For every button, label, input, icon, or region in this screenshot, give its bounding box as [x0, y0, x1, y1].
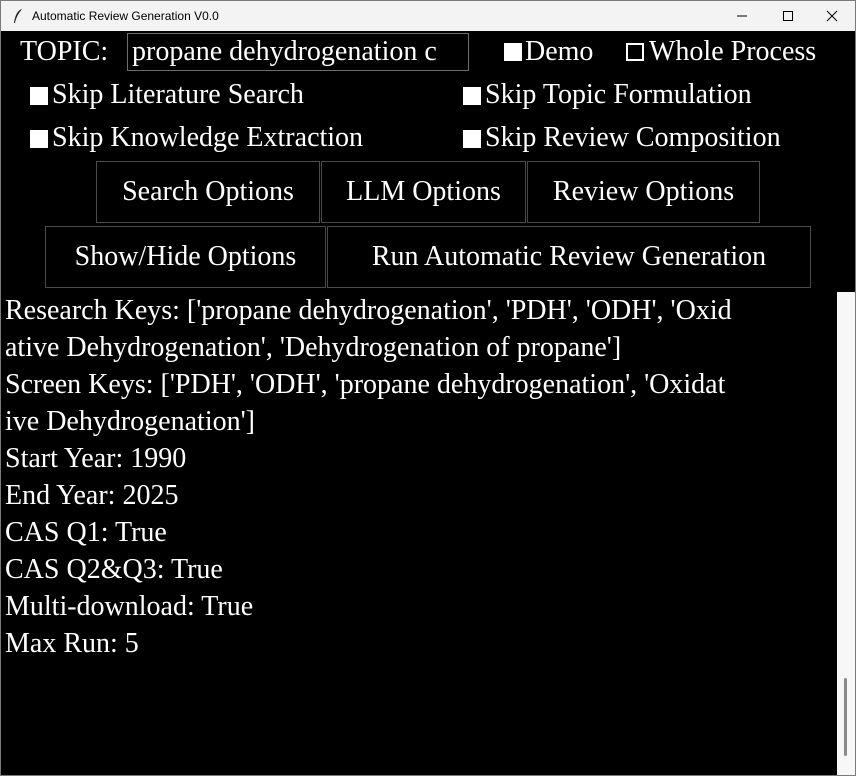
- app-window: Automatic Review Generation V0.0 TOPIC: …: [0, 0, 856, 776]
- maximize-icon: [783, 11, 793, 21]
- close-button[interactable]: [809, 1, 855, 31]
- log-line: Multi-download: True: [5, 591, 254, 622]
- close-icon: [826, 10, 838, 22]
- review-options-button[interactable]: Review Options: [527, 161, 760, 223]
- title-bar[interactable]: Automatic Review Generation V0.0: [1, 1, 855, 31]
- log-line: Research Keys: ['propane dehydrogenation…: [5, 295, 732, 326]
- log-line: ative Dehydrogenation', 'Dehydrogenation…: [5, 332, 622, 363]
- minimize-button[interactable]: [719, 1, 765, 31]
- skip-literature-search-label[interactable]: Skip Literature Search: [52, 79, 304, 111]
- minimize-icon: [737, 15, 747, 17]
- log-scrollbar[interactable]: [837, 292, 855, 775]
- log-line: Start Year: 1990: [5, 443, 187, 474]
- log-line: CAS Q1: True: [5, 517, 167, 548]
- log-line: End Year: 2025: [5, 480, 179, 511]
- demo-label[interactable]: Demo: [525, 36, 593, 68]
- log-line: Max Run: 5: [5, 628, 139, 659]
- skip-knowledge-extraction-label[interactable]: Skip Knowledge Extraction: [52, 122, 363, 154]
- run-review-generation-button[interactable]: Run Automatic Review Generation: [327, 226, 811, 288]
- demo-checkbox[interactable]: [504, 43, 522, 61]
- log-output[interactable]: Research Keys: ['propane dehydrogenation…: [1, 292, 837, 775]
- skip-review-composition-checkbox[interactable]: [463, 130, 481, 148]
- log-line: ive Dehydrogenation']: [5, 406, 255, 437]
- skip-topic-formulation-checkbox[interactable]: [463, 87, 481, 105]
- whole-process-checkbox[interactable]: [626, 43, 644, 61]
- window-title: Automatic Review Generation V0.0: [32, 9, 219, 23]
- skip-knowledge-extraction-checkbox[interactable]: [30, 130, 48, 148]
- skip-literature-search-checkbox[interactable]: [30, 87, 48, 105]
- controls-panel: TOPIC: Demo Whole Process Skip Literatur…: [1, 31, 855, 288]
- skip-topic-formulation-label[interactable]: Skip Topic Formulation: [485, 79, 752, 111]
- llm-options-button[interactable]: LLM Options: [321, 161, 526, 223]
- feather-icon: [14, 9, 22, 23]
- search-options-button[interactable]: Search Options: [96, 161, 320, 223]
- whole-process-label[interactable]: Whole Process: [649, 36, 816, 68]
- log-line: Screen Keys: ['PDH', 'ODH', 'propane deh…: [5, 369, 726, 400]
- show-hide-options-button[interactable]: Show/Hide Options: [45, 226, 326, 288]
- maximize-button[interactable]: [765, 1, 811, 31]
- topic-input[interactable]: [127, 33, 469, 71]
- topic-label: TOPIC:: [20, 36, 109, 67]
- skip-review-composition-label[interactable]: Skip Review Composition: [485, 122, 781, 154]
- log-line: CAS Q2&Q3: True: [5, 554, 223, 585]
- scrollbar-thumb[interactable]: [844, 678, 847, 756]
